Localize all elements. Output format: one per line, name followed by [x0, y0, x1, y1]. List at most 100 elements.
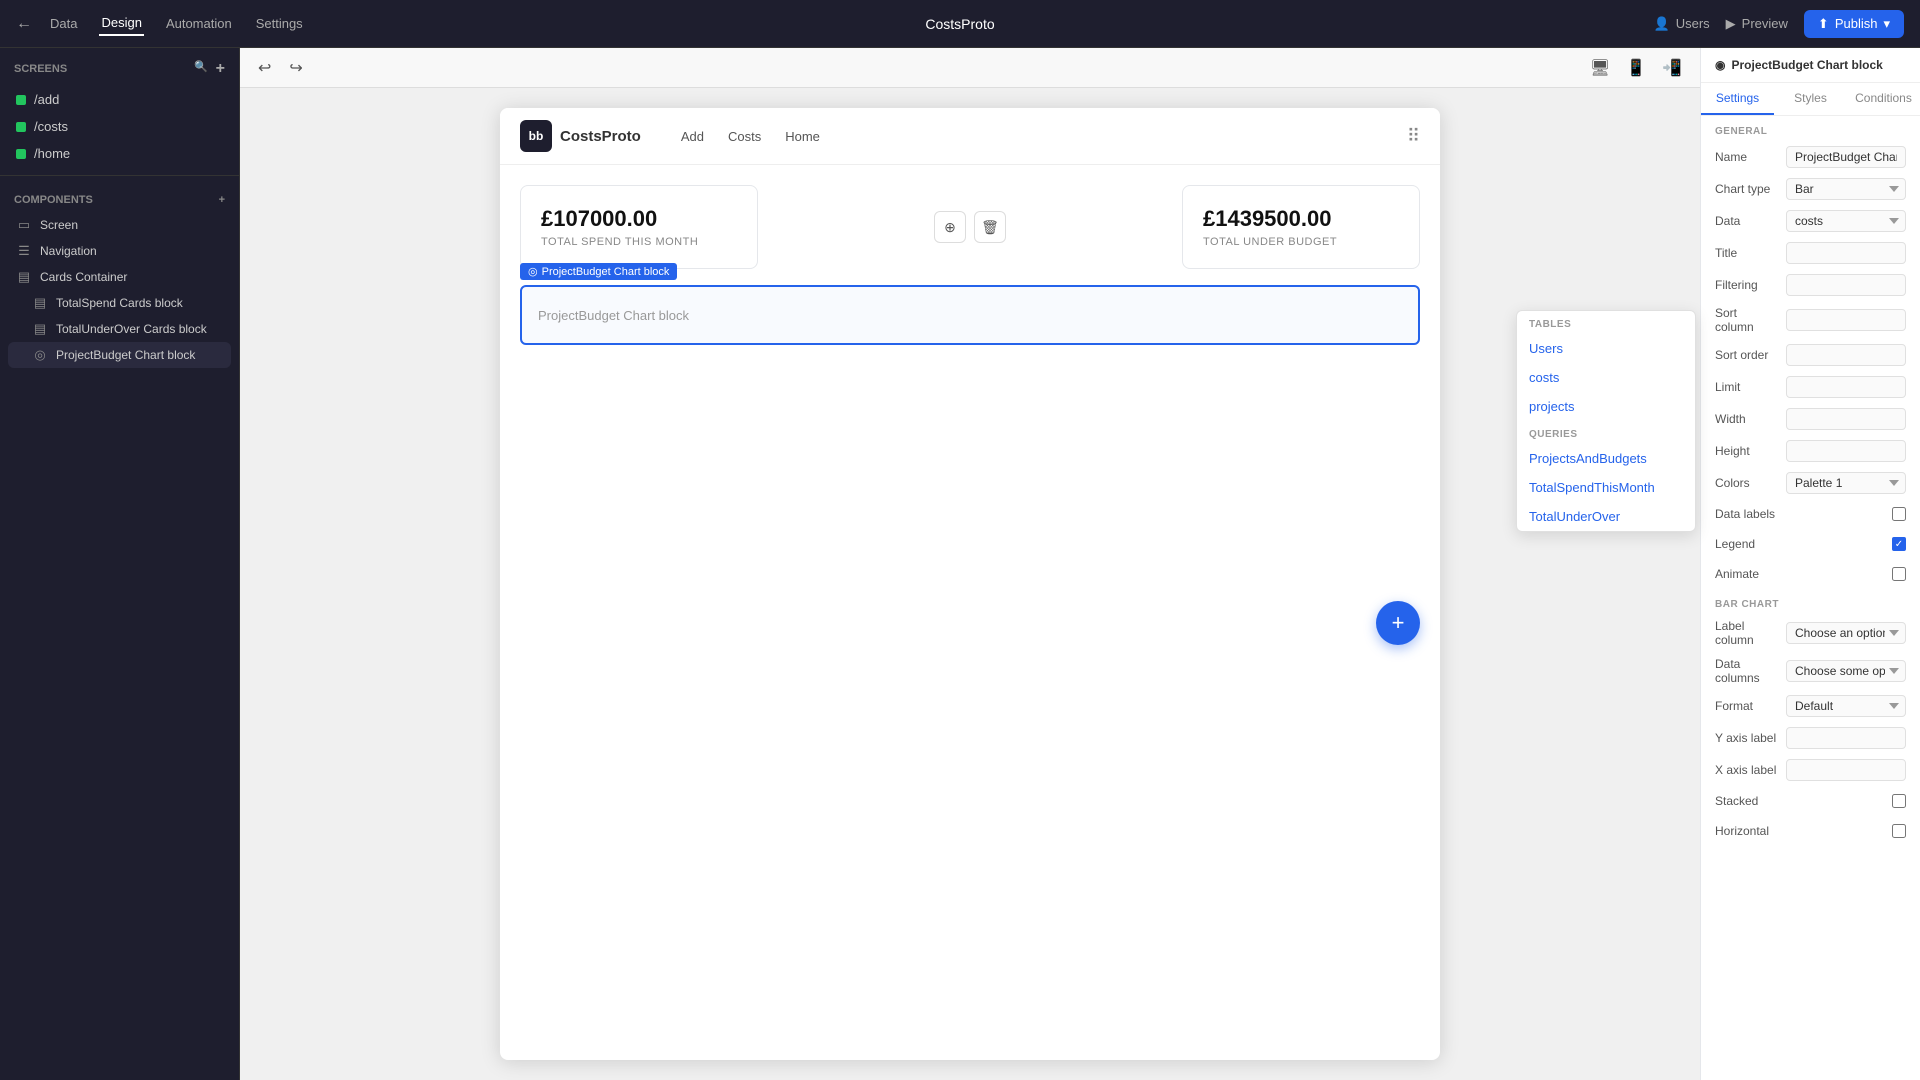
- tab-settings[interactable]: Settings: [1701, 83, 1774, 115]
- component-cards-container[interactable]: ▤ Cards Container: [8, 264, 231, 290]
- panel-row-height: Height: [1701, 435, 1920, 467]
- title-input[interactable]: [1786, 242, 1906, 264]
- colors-label: Colors: [1715, 476, 1750, 490]
- chart-block-label[interactable]: ◎ ProjectBudget Chart block: [520, 263, 677, 280]
- sortcolumn-input[interactable]: [1786, 309, 1906, 331]
- component-projectbudget[interactable]: ◎ ProjectBudget Chart block: [8, 342, 231, 368]
- name-input[interactable]: [1786, 146, 1906, 168]
- component-totalspend-label: TotalSpend Cards block: [56, 296, 183, 310]
- datacolumns-select[interactable]: Choose some opti...: [1786, 660, 1906, 682]
- screen-item-home[interactable]: /home: [8, 140, 231, 167]
- datalabels-checkbox[interactable]: [1892, 507, 1906, 521]
- limit-input[interactable]: [1786, 376, 1906, 398]
- panel-row-datacolumns: Data columns Choose some opti...: [1701, 652, 1920, 690]
- preview-button[interactable]: ▶ Preview: [1726, 16, 1788, 32]
- canvas-toolbar: ↩ ↪ 🖥 📱 📲: [240, 48, 1700, 88]
- delete-chart-button[interactable]: 🗑: [974, 211, 1006, 243]
- panel-row-legend: Legend: [1701, 529, 1920, 559]
- desktop-view-button[interactable]: 🖥: [1586, 56, 1614, 80]
- panel-row-xaxis: X axis label: [1701, 754, 1920, 786]
- sidebar-divider: [0, 175, 239, 176]
- chart-placeholder: ProjectBudget Chart block: [520, 285, 1420, 345]
- data-select[interactable]: costs: [1786, 210, 1906, 232]
- dropdown-item-users[interactable]: Users: [1517, 334, 1695, 363]
- undo-button[interactable]: ↩: [254, 56, 275, 80]
- xaxis-label: X axis label: [1715, 763, 1776, 777]
- sortorder-input[interactable]: [1786, 344, 1906, 366]
- panel-row-yaxis: Y axis label: [1701, 722, 1920, 754]
- tablet-view-button[interactable]: 📱: [1622, 56, 1650, 80]
- redo-button[interactable]: ↪: [285, 56, 306, 80]
- dropdown-item-totalspendthismonth[interactable]: TotalSpendThisMonth: [1517, 473, 1695, 502]
- top-nav: ← Data Design Automation Settings CostsP…: [0, 0, 1920, 48]
- panel-row-sortcolumn: Sort column: [1701, 301, 1920, 339]
- tab-styles[interactable]: Styles: [1774, 83, 1847, 115]
- dropdown-item-totalunderover[interactable]: TotalUnderOver: [1517, 502, 1695, 531]
- right-panel-tabs: Settings Styles Conditions: [1701, 83, 1920, 116]
- page-dots-menu[interactable]: ⠿: [1407, 126, 1420, 147]
- totalspend-label: TOTAL SPEND THIS MONTH: [541, 236, 737, 248]
- page-nav-costs[interactable]: Costs: [728, 129, 761, 144]
- dropdown-item-projects[interactable]: projects: [1517, 392, 1695, 421]
- canvas-area: ↩ ↪ 🖥 📱 📲 bb CostsProto Add: [240, 48, 1700, 1080]
- screen-item-add[interactable]: /add: [8, 86, 231, 113]
- screen-label-costs: /costs: [34, 119, 68, 134]
- publish-button[interactable]: ⬆ Publish ▾: [1804, 10, 1904, 38]
- chart-block-wrapper: ◎ ProjectBudget Chart block ProjectBudge…: [520, 285, 1420, 345]
- publish-label: Publish: [1835, 16, 1878, 31]
- back-button[interactable]: ←: [16, 15, 32, 33]
- panel-row-title: Title: [1701, 237, 1920, 269]
- horizontal-checkbox[interactable]: [1892, 824, 1906, 838]
- nav-automation[interactable]: Automation: [164, 12, 234, 35]
- charttype-select[interactable]: Bar: [1786, 178, 1906, 200]
- labelcolumn-select[interactable]: Choose an option: [1786, 622, 1906, 644]
- right-items: 👤 Users ▶ Preview ⬆ Publish ▾: [1654, 10, 1904, 38]
- nav-design[interactable]: Design: [99, 11, 143, 36]
- panel-row-sortorder: Sort order: [1701, 339, 1920, 371]
- screen-item-costs[interactable]: /costs: [8, 113, 231, 140]
- height-input[interactable]: [1786, 440, 1906, 462]
- component-totalspend[interactable]: ▤ TotalSpend Cards block: [8, 290, 231, 316]
- dropdown-item-costs[interactable]: costs: [1517, 363, 1695, 392]
- search-icon[interactable]: 🔍: [194, 60, 208, 78]
- chart-block-actions: ⊕ 🗑: [934, 211, 1006, 243]
- datacolumns-label: Data columns: [1715, 657, 1778, 685]
- nav-items: Data Design Automation Settings: [48, 11, 305, 36]
- tab-conditions[interactable]: Conditions: [1847, 83, 1920, 115]
- format-select[interactable]: Default: [1786, 695, 1906, 717]
- data-dropdown: Tables Users costs projects Queries Proj…: [1516, 310, 1696, 532]
- component-screen[interactable]: ▭ Screen: [8, 212, 231, 238]
- xaxis-input[interactable]: [1786, 759, 1906, 781]
- page-logo: bb CostsProto: [520, 120, 641, 152]
- users-button[interactable]: 👤 Users: [1654, 16, 1710, 32]
- limit-label: Limit: [1715, 380, 1740, 394]
- yaxis-input[interactable]: [1786, 727, 1906, 749]
- nav-settings[interactable]: Settings: [254, 12, 305, 35]
- fab-button[interactable]: +: [1376, 601, 1420, 645]
- right-panel: ◉ ProjectBudget Chart block Settings Sty…: [1700, 48, 1920, 1080]
- filtering-input[interactable]: [1786, 274, 1906, 296]
- totalunder-label: TOTAL UNDER BUDGET: [1203, 236, 1399, 248]
- duplicate-chart-button[interactable]: ⊕: [934, 211, 966, 243]
- animate-checkbox[interactable]: [1892, 567, 1906, 581]
- screen-label-home: /home: [34, 146, 70, 161]
- cards-container-icon: ▤: [16, 269, 32, 285]
- toolbar-right: 🖥 📱 📲: [1586, 56, 1686, 80]
- add-screen-button[interactable]: +: [216, 60, 225, 78]
- add-component-button[interactable]: +: [219, 194, 225, 206]
- component-totalunder[interactable]: ▤ TotalUnderOver Cards block: [8, 316, 231, 342]
- barchart-section-label: BAR CHART: [1701, 589, 1920, 614]
- colors-select[interactable]: Palette 1: [1786, 472, 1906, 494]
- component-list: ▭ Screen ☰ Navigation ▤ Cards Container …: [0, 212, 239, 368]
- dropdown-item-projectsandbudgets[interactable]: ProjectsAndBudgets: [1517, 444, 1695, 473]
- width-input[interactable]: [1786, 408, 1906, 430]
- page-nav-home[interactable]: Home: [785, 129, 820, 144]
- nav-data[interactable]: Data: [48, 12, 79, 35]
- users-label: Users: [1676, 16, 1710, 31]
- legend-checkbox[interactable]: [1892, 537, 1906, 551]
- mobile-view-button[interactable]: 📲: [1658, 56, 1686, 80]
- component-navigation[interactable]: ☰ Navigation: [8, 238, 231, 264]
- page-nav-add[interactable]: Add: [681, 129, 704, 144]
- preview-icon: ▶: [1726, 16, 1736, 32]
- stacked-checkbox[interactable]: [1892, 794, 1906, 808]
